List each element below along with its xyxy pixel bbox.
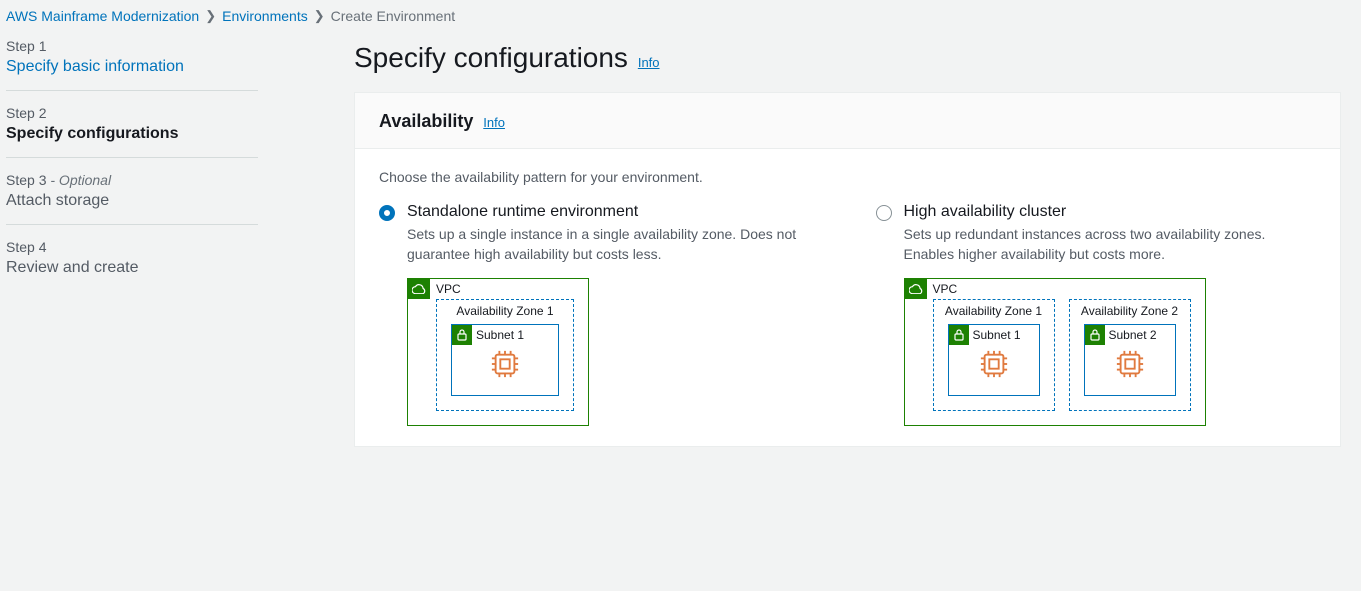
hint-text: Choose the availability pattern for your…: [379, 169, 1316, 185]
divider: [6, 90, 258, 91]
page-title: Specify configurations: [354, 42, 628, 74]
lock-icon: [452, 325, 472, 345]
step-item[interactable]: Step 3 - Optional Attach storage: [6, 172, 276, 210]
step-number: Step 3 - Optional: [6, 172, 111, 188]
cpu-icon: [1115, 349, 1145, 379]
wizard-steps: Step 1 Specify basic information Step 2 …: [0, 28, 282, 447]
step-number: Step 1: [6, 38, 46, 54]
lock-icon: [1085, 325, 1105, 345]
az-label: Availability Zone 2: [1070, 304, 1190, 318]
option-desc: Sets up redundant instances across two a…: [904, 225, 1317, 264]
radio-unselected-icon[interactable]: [876, 205, 892, 221]
step-number: Step 2: [6, 105, 46, 121]
subnet-label: Subnet 2: [1109, 328, 1157, 342]
step-item[interactable]: Step 1 Specify basic information: [6, 38, 276, 76]
option-title: High availability cluster: [904, 203, 1317, 221]
breadcrumb-service[interactable]: AWS Mainframe Modernization: [6, 8, 199, 24]
option-standalone[interactable]: Standalone runtime environment Sets up a…: [379, 203, 820, 426]
subnet-label: Subnet 1: [476, 328, 524, 342]
chevron-right-icon: ❯: [205, 8, 216, 24]
step-number: Step 4: [6, 239, 46, 255]
cpu-icon: [490, 349, 520, 379]
cpu-icon: [979, 349, 1009, 379]
breadcrumb-parent[interactable]: Environments: [222, 8, 308, 24]
subnet-label: Subnet 1: [973, 328, 1021, 342]
vpc-label: VPC: [933, 282, 958, 296]
main-content: Specify configurations Info Availability…: [282, 28, 1361, 447]
vpc-label: VPC: [436, 282, 461, 296]
option-title: Standalone runtime environment: [407, 203, 820, 221]
architecture-diagram: VPC Availability Zone 1: [904, 278, 1317, 426]
cloud-icon: [905, 279, 927, 299]
divider: [6, 157, 258, 158]
step-title: Specify basic information: [6, 58, 276, 76]
az-label: Availability Zone 1: [934, 304, 1054, 318]
az-label: Availability Zone 1: [437, 304, 573, 318]
option-desc: Sets up a single instance in a single av…: [407, 225, 820, 264]
cloud-icon: [408, 279, 430, 299]
info-link[interactable]: Info: [483, 115, 505, 130]
step-item[interactable]: Step 4 Review and create: [6, 239, 276, 277]
breadcrumb-current: Create Environment: [331, 8, 456, 24]
step-title: Specify configurations: [6, 125, 276, 143]
lock-icon: [949, 325, 969, 345]
architecture-diagram: VPC Availability Zone 1: [407, 278, 820, 426]
breadcrumb: AWS Mainframe Modernization ❯ Environmen…: [0, 0, 1361, 28]
info-link[interactable]: Info: [638, 55, 660, 70]
divider: [6, 224, 258, 225]
panel-title: Availability: [379, 111, 473, 131]
radio-selected-icon[interactable]: [379, 205, 395, 221]
availability-panel: Availability Info Choose the availabilit…: [354, 92, 1341, 447]
step-item[interactable]: Step 2 Specify configurations: [6, 105, 276, 143]
option-high-availability[interactable]: High availability cluster Sets up redund…: [876, 203, 1317, 426]
chevron-right-icon: ❯: [314, 8, 325, 24]
step-title: Review and create: [6, 259, 276, 277]
step-title: Attach storage: [6, 192, 276, 210]
